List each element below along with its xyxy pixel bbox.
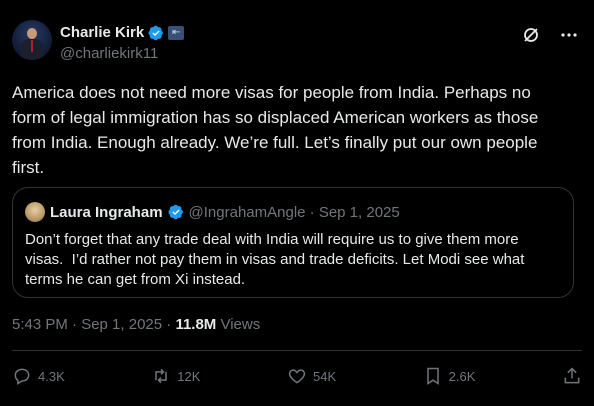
tweet-header: Charlie Kirk ⇤ @charliekirk11 [12, 16, 582, 64]
author-avatar[interactable] [12, 20, 52, 60]
header-actions [522, 26, 578, 49]
more-options-icon[interactable] [560, 26, 578, 49]
view-count: 11.8M [175, 316, 217, 333]
author-handle[interactable]: @charliekirk11 [60, 45, 158, 62]
repost-icon [155, 368, 168, 384]
quoted-handle-date: @IngrahamAngle · Sep 1, 2025 [188, 203, 400, 221]
bookmark-icon [426, 367, 439, 385]
reply-button[interactable]: 4.3K [12, 366, 65, 386]
quoted-verified-badge-icon [168, 204, 183, 220]
author-name[interactable]: Charlie Kirk [60, 24, 144, 41]
quoted-tweet-header: Laura Ingraham @IngrahamAngle · Sep 1, 2… [25, 202, 400, 222]
bookmark-button[interactable]: 2.6K [423, 366, 476, 386]
share-icon [564, 367, 580, 384]
like-count: 54K [312, 368, 337, 384]
action-bar: 4.3K 12K 54K 2.6K [12, 364, 582, 388]
like-button[interactable]: 54K [287, 366, 336, 386]
divider [12, 350, 582, 351]
share-button[interactable] [562, 366, 582, 386]
heart-icon [288, 369, 306, 384]
quoted-author-avatar [25, 202, 45, 222]
bookmark-count: 2.6K [448, 368, 476, 384]
reply-count: 4.3K [38, 368, 65, 384]
tweet-text: America does not need more visas for peo… [12, 83, 539, 177]
reply-icon [14, 368, 30, 385]
verified-badge-icon[interactable] [148, 25, 164, 41]
views-label: Views [216, 316, 261, 333]
repost-button[interactable]: 12K [151, 366, 200, 386]
affiliation-badge-icon[interactable]: ⇤ [168, 25, 185, 40]
tweet-meta: 5:43 PM · Sep 1, 2025 · 11.8M Views [12, 316, 260, 333]
author-name-row: Charlie Kirk ⇤ [60, 24, 185, 41]
quoted-tweet[interactable]: Laura Ingraham @IngrahamAngle · Sep 1, 2… [12, 187, 574, 298]
tweet-timestamp[interactable]: 5:43 PM · Sep 1, 2025 · [12, 316, 175, 333]
quoted-author-name: Laura Ingraham [50, 203, 163, 221]
quoted-tweet-text: Don’t forget that any trade deal with In… [25, 231, 525, 288]
repost-count: 12K [177, 368, 201, 384]
grok-icon[interactable] [522, 26, 540, 49]
